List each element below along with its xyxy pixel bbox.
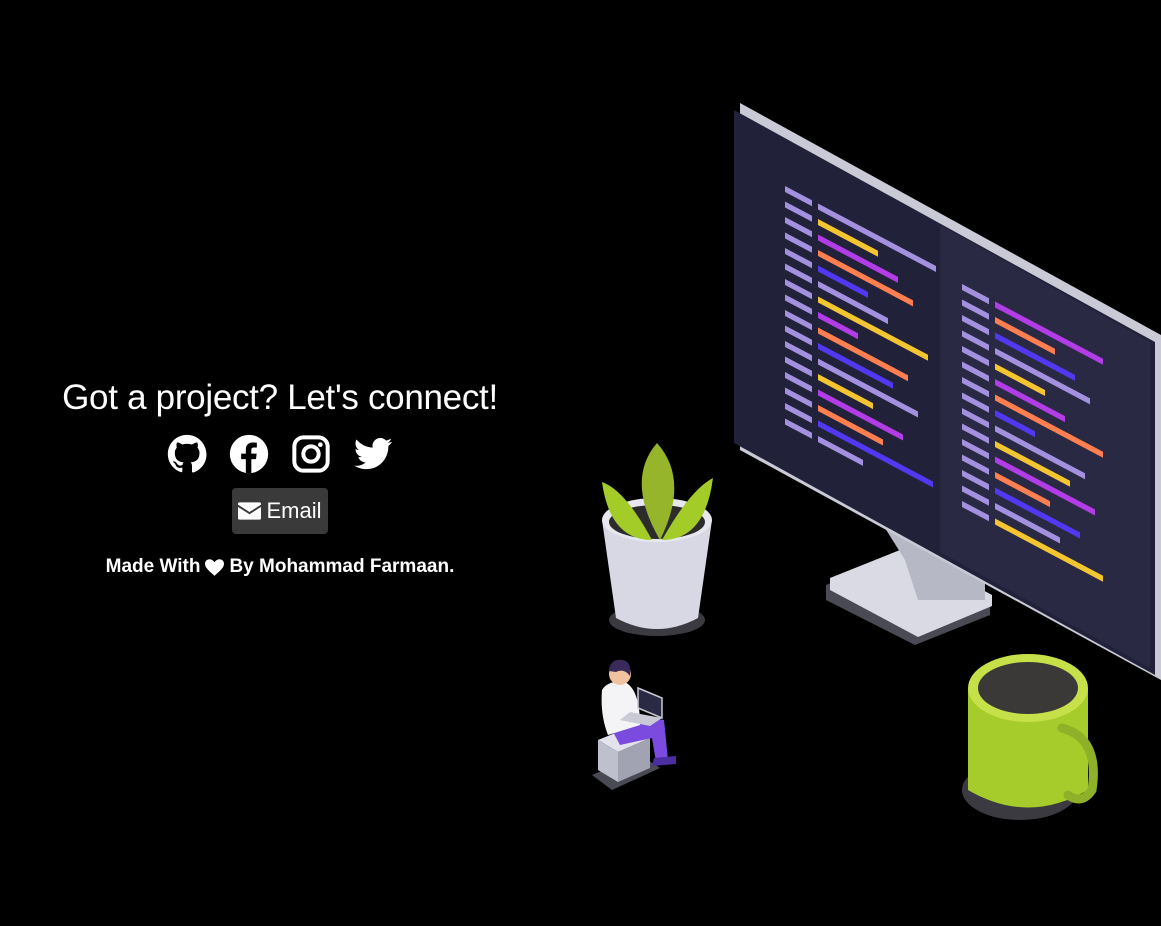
mug-coffee <box>978 662 1078 714</box>
laptop-screen <box>637 686 663 720</box>
credit-prefix: Made With <box>105 556 201 577</box>
credit-suffix: By Mohammad Farmaan. <box>229 556 455 577</box>
footer-credit: Made With By Mohammad Farmaan. <box>0 556 560 578</box>
email-wrap: Email <box>0 488 560 534</box>
developer-illustration <box>580 95 1161 835</box>
twitter-icon <box>354 438 393 470</box>
envelope-icon <box>238 502 262 520</box>
social-links <box>0 432 560 476</box>
instagram-icon <box>292 435 330 473</box>
facebook-link[interactable] <box>228 433 270 475</box>
github-icon <box>167 434 207 473</box>
page: Got a project? Let's connect! Email Made… <box>0 0 1161 926</box>
email-button[interactable]: Email <box>232 488 328 534</box>
heart-icon <box>205 558 225 576</box>
illustration-svg <box>592 103 1161 820</box>
facebook-icon <box>229 434 269 474</box>
instagram-link[interactable] <box>290 433 332 475</box>
contact-section: Got a project? Let's connect! Email Made… <box>0 370 560 578</box>
twitter-link[interactable] <box>352 433 394 475</box>
github-link[interactable] <box>166 433 208 475</box>
email-label: Email <box>266 498 322 523</box>
contact-headline: Got a project? Let's connect! <box>62 378 498 417</box>
